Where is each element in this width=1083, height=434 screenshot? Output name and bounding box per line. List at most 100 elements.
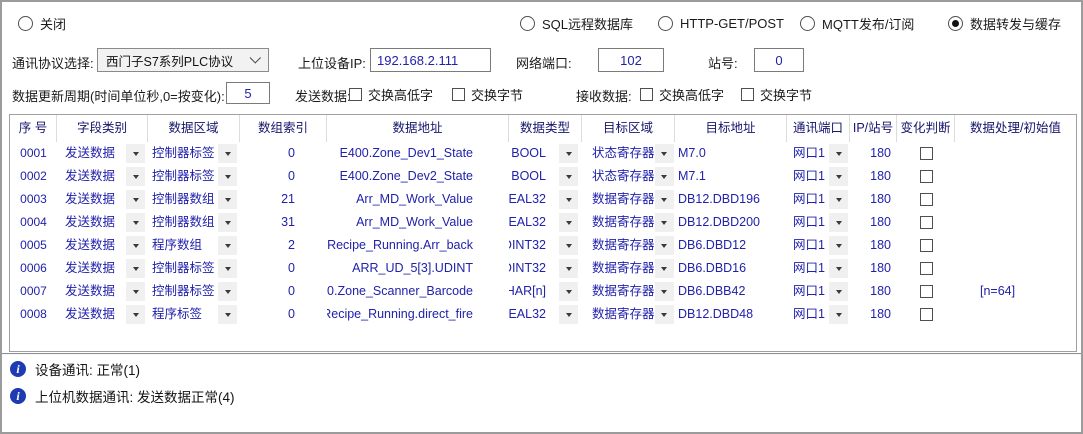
dropdown-button[interactable] [829, 236, 848, 255]
dropdown-button[interactable] [655, 190, 674, 209]
dropdown-button[interactable] [829, 213, 848, 232]
target-area-cell-text: 数据寄存器 [592, 188, 655, 211]
dropdown-button[interactable] [655, 167, 674, 186]
comm-port-cell-text: 网口1 [793, 303, 825, 326]
caret-down-icon [133, 198, 139, 202]
change-check-checkbox[interactable] [920, 147, 933, 160]
ip-station-cell: 180 [850, 257, 897, 280]
caret-down-icon [836, 221, 842, 225]
dropdown-button[interactable] [655, 236, 674, 255]
dropdown-button[interactable] [655, 305, 674, 324]
dropdown-button[interactable] [559, 213, 578, 232]
data-type-cell: REAL32 [509, 303, 582, 326]
recv-data-label: 接收数据: [576, 86, 632, 105]
dropdown-button[interactable] [829, 144, 848, 163]
change-check-checkbox[interactable] [920, 239, 933, 252]
data-area-cell-text: 控制器标签 [152, 280, 215, 303]
change-check-checkbox[interactable] [920, 308, 933, 321]
dropdown-button[interactable] [829, 190, 848, 209]
dropdown-button[interactable] [829, 167, 848, 186]
dropdown-button[interactable] [218, 236, 237, 255]
dropdown-button[interactable] [559, 190, 578, 209]
dropdown-button[interactable] [559, 282, 578, 301]
station-number-input[interactable] [754, 48, 804, 72]
device-ip-input[interactable] [370, 48, 491, 72]
dropdown-button[interactable] [218, 282, 237, 301]
radio-icon[interactable] [520, 16, 535, 31]
caret-down-icon [661, 313, 667, 317]
mode-radio-2[interactable]: HTTP-GET/POST [658, 14, 784, 32]
radio-icon[interactable] [658, 16, 673, 31]
caret-down-icon [133, 290, 139, 294]
dropdown-button[interactable] [559, 259, 578, 278]
dropdown-button[interactable] [218, 167, 237, 186]
dropdown-button[interactable] [126, 144, 145, 163]
dropdown-button[interactable] [126, 213, 145, 232]
mode-radio-4[interactable]: 数据转发与缓存 [948, 14, 1061, 32]
send-swap-word-checkbox[interactable] [349, 88, 362, 101]
header-ip-station: IP/站号 [850, 115, 897, 142]
ip-station-cell-text: 180 [870, 165, 891, 188]
radio-icon[interactable] [800, 16, 815, 31]
array-index-cell-text: 0 [288, 257, 295, 280]
data-area-cell: 控制器数组 [148, 188, 240, 211]
data-type-cell: REAL32 [509, 188, 582, 211]
network-port-input[interactable] [598, 48, 664, 72]
dropdown-button[interactable] [559, 144, 578, 163]
update-period-input[interactable] [226, 82, 270, 104]
dropdown-button[interactable] [126, 190, 145, 209]
target-area-cell: 数据寄存器 [582, 257, 675, 280]
dropdown-button[interactable] [829, 259, 848, 278]
change-check-checkbox[interactable] [920, 285, 933, 298]
data-area-cell: 控制器标签 [148, 142, 240, 165]
comm-port-cell: 网口1 [787, 165, 850, 188]
dropdown-button[interactable] [559, 305, 578, 324]
mode-radio-0[interactable]: 关闭 [18, 14, 66, 32]
caret-down-icon [566, 290, 572, 294]
dropdown-button[interactable] [655, 213, 674, 232]
dropdown-button[interactable] [655, 282, 674, 301]
change-check-checkbox[interactable] [920, 216, 933, 229]
recv-swap-byte-checkbox[interactable] [741, 88, 754, 101]
change-check-checkbox[interactable] [920, 262, 933, 275]
recv-swap-word-checkbox[interactable] [640, 88, 653, 101]
dropdown-button[interactable] [218, 144, 237, 163]
data-type-cell: DINT32 [509, 234, 582, 257]
dropdown-button[interactable] [218, 259, 237, 278]
dropdown-button[interactable] [218, 305, 237, 324]
caret-down-icon [566, 313, 572, 317]
comm-port-cell-text: 网口1 [793, 165, 825, 188]
mode-radio-label: MQTT发布/订阅 [822, 14, 914, 33]
seq-cell: 0003 [10, 188, 57, 211]
dropdown-button[interactable] [655, 259, 674, 278]
dropdown-button[interactable] [218, 213, 237, 232]
change-check-checkbox[interactable] [920, 193, 933, 206]
mode-radio-1[interactable]: SQL远程数据库 [520, 14, 633, 32]
dropdown-button[interactable] [559, 167, 578, 186]
dropdown-button[interactable] [829, 282, 848, 301]
field-type-cell: 发送数据 [57, 303, 148, 326]
data-area-cell-text: 控制器标签 [152, 165, 215, 188]
dropdown-button[interactable] [126, 282, 145, 301]
data-address-cell: Arr_MD_Work_Value [327, 211, 509, 234]
mode-radio-label: 数据转发与缓存 [970, 14, 1061, 33]
send-swap-byte-checkbox[interactable] [452, 88, 465, 101]
dropdown-button[interactable] [126, 305, 145, 324]
radio-icon[interactable] [948, 16, 963, 31]
dropdown-button[interactable] [218, 190, 237, 209]
dropdown-button[interactable] [126, 167, 145, 186]
radio-icon[interactable] [18, 16, 33, 31]
target-area-cell: 状态寄存器 [582, 142, 675, 165]
protocol-combobox[interactable]: 西门子S7系列PLC协议 [97, 48, 269, 72]
dropdown-button[interactable] [655, 144, 674, 163]
change-check-checkbox[interactable] [920, 170, 933, 183]
target-address-cell: DB12.DBD200 [675, 211, 787, 234]
dropdown-button[interactable] [126, 236, 145, 255]
target-area-cell-text: 状态寄存器 [592, 165, 655, 188]
caret-down-icon [225, 313, 231, 317]
dropdown-button[interactable] [829, 305, 848, 324]
dropdown-button[interactable] [126, 259, 145, 278]
array-index-cell: 0 [240, 165, 327, 188]
dropdown-button[interactable] [559, 236, 578, 255]
mode-radio-3[interactable]: MQTT发布/订阅 [800, 14, 914, 32]
